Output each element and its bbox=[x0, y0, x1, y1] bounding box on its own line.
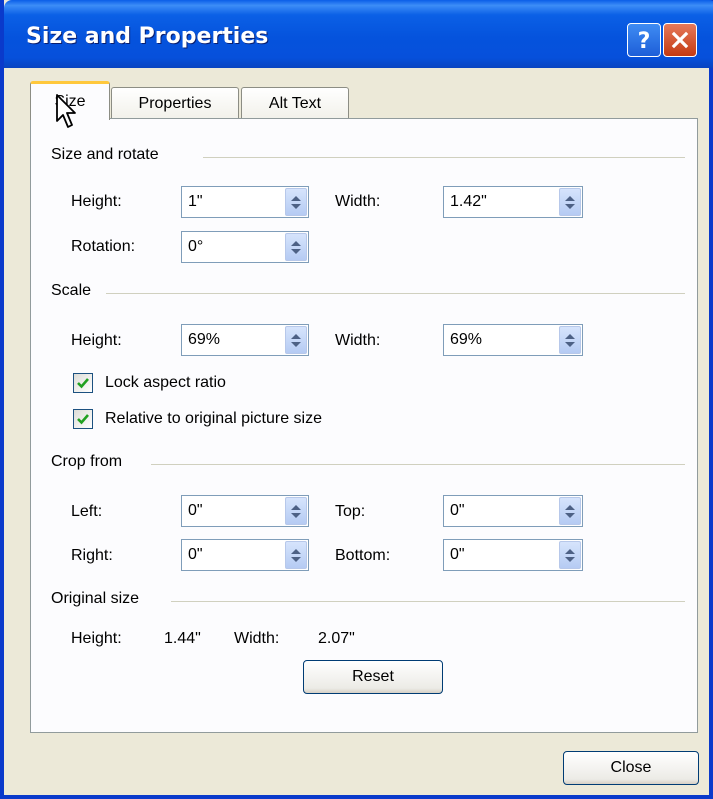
crop-left-spinner[interactable] bbox=[285, 497, 307, 525]
scale-height-label: Height: bbox=[71, 332, 122, 349]
size-tab-panel: Size and rotate Height: Width: Rotation:… bbox=[30, 118, 698, 733]
width-input[interactable] bbox=[444, 187, 556, 217]
relative-size-checkbox[interactable] bbox=[73, 409, 93, 429]
crop-left-label: Left: bbox=[71, 503, 103, 520]
rotation-label: Rotation: bbox=[71, 238, 136, 255]
crop-heading: Crop from bbox=[51, 453, 131, 471]
original-width-label: Width: bbox=[234, 630, 280, 647]
height-input[interactable] bbox=[182, 187, 282, 217]
crop-top-field[interactable] bbox=[443, 495, 583, 527]
scale-height-spinner[interactable] bbox=[285, 326, 307, 354]
size-rotate-heading: Size and rotate bbox=[51, 146, 167, 164]
crop-right-input[interactable] bbox=[182, 540, 282, 570]
help-button[interactable]: ? bbox=[627, 23, 661, 57]
size-and-properties-dialog: Size and Properties ? Size Properties Al… bbox=[0, 0, 713, 799]
crop-bottom-field[interactable] bbox=[443, 539, 583, 571]
original-size-heading: Original size bbox=[51, 590, 148, 608]
rotation-spinner[interactable] bbox=[285, 233, 307, 261]
height-field[interactable] bbox=[181, 186, 309, 218]
group-divider bbox=[151, 464, 685, 465]
width-label: Width: bbox=[335, 193, 381, 210]
crop-bottom-label: Bottom: bbox=[335, 547, 391, 564]
scale-width-spinner[interactable] bbox=[559, 326, 581, 354]
width-field[interactable] bbox=[443, 186, 583, 218]
crop-top-spinner[interactable] bbox=[559, 497, 581, 525]
svg-text:?: ? bbox=[638, 29, 651, 52]
tab-alt-text[interactable]: Alt Text bbox=[241, 87, 349, 119]
relative-size-label[interactable]: Relative to original picture size bbox=[105, 410, 322, 428]
crop-left-field[interactable] bbox=[181, 495, 309, 527]
original-height-label: Height: bbox=[71, 630, 122, 647]
close-icon bbox=[671, 31, 689, 49]
height-label: Height: bbox=[71, 193, 122, 210]
crop-bottom-input[interactable] bbox=[444, 540, 556, 570]
close-window-button[interactable] bbox=[663, 23, 697, 57]
group-divider bbox=[203, 157, 685, 158]
height-spinner[interactable] bbox=[285, 188, 307, 216]
group-divider bbox=[106, 293, 685, 294]
title-bar[interactable]: Size and Properties ? bbox=[4, 0, 713, 68]
crop-bottom-spinner[interactable] bbox=[559, 541, 581, 569]
width-spinner[interactable] bbox=[559, 188, 581, 216]
scale-height-field[interactable] bbox=[181, 324, 309, 356]
scale-width-label: Width: bbox=[335, 332, 381, 349]
crop-right-spinner[interactable] bbox=[285, 541, 307, 569]
lock-aspect-label[interactable]: Lock aspect ratio bbox=[105, 374, 226, 392]
close-button[interactable]: Close bbox=[563, 751, 699, 785]
scale-heading: Scale bbox=[51, 282, 100, 300]
checkmark-icon bbox=[77, 378, 89, 389]
rotation-input[interactable] bbox=[182, 232, 282, 262]
dialog-content: Size Properties Alt Text Size and rotate… bbox=[4, 68, 709, 795]
mouse-cursor-icon bbox=[56, 94, 76, 128]
scale-height-input[interactable] bbox=[182, 325, 282, 355]
crop-right-label: Right: bbox=[71, 547, 113, 564]
group-divider bbox=[171, 601, 685, 602]
crop-right-field[interactable] bbox=[181, 539, 309, 571]
tab-properties-label: Properties bbox=[138, 94, 212, 112]
tab-properties[interactable]: Properties bbox=[111, 87, 239, 119]
tab-alt-text-label: Alt Text bbox=[268, 94, 322, 112]
rotation-field[interactable] bbox=[181, 231, 309, 263]
lock-aspect-checkbox[interactable] bbox=[73, 373, 93, 393]
crop-left-input[interactable] bbox=[182, 496, 282, 526]
question-mark-icon: ? bbox=[638, 29, 651, 52]
original-width-value: 2.07" bbox=[318, 630, 355, 647]
scale-width-field[interactable] bbox=[443, 324, 583, 356]
crop-top-label: Top: bbox=[335, 503, 366, 520]
reset-button[interactable]: Reset bbox=[303, 660, 443, 694]
checkmark-icon bbox=[77, 414, 89, 425]
dialog-title: Size and Properties bbox=[26, 24, 269, 49]
crop-top-input[interactable] bbox=[444, 496, 556, 526]
scale-width-input[interactable] bbox=[444, 325, 556, 355]
original-height-value: 1.44" bbox=[164, 630, 201, 647]
